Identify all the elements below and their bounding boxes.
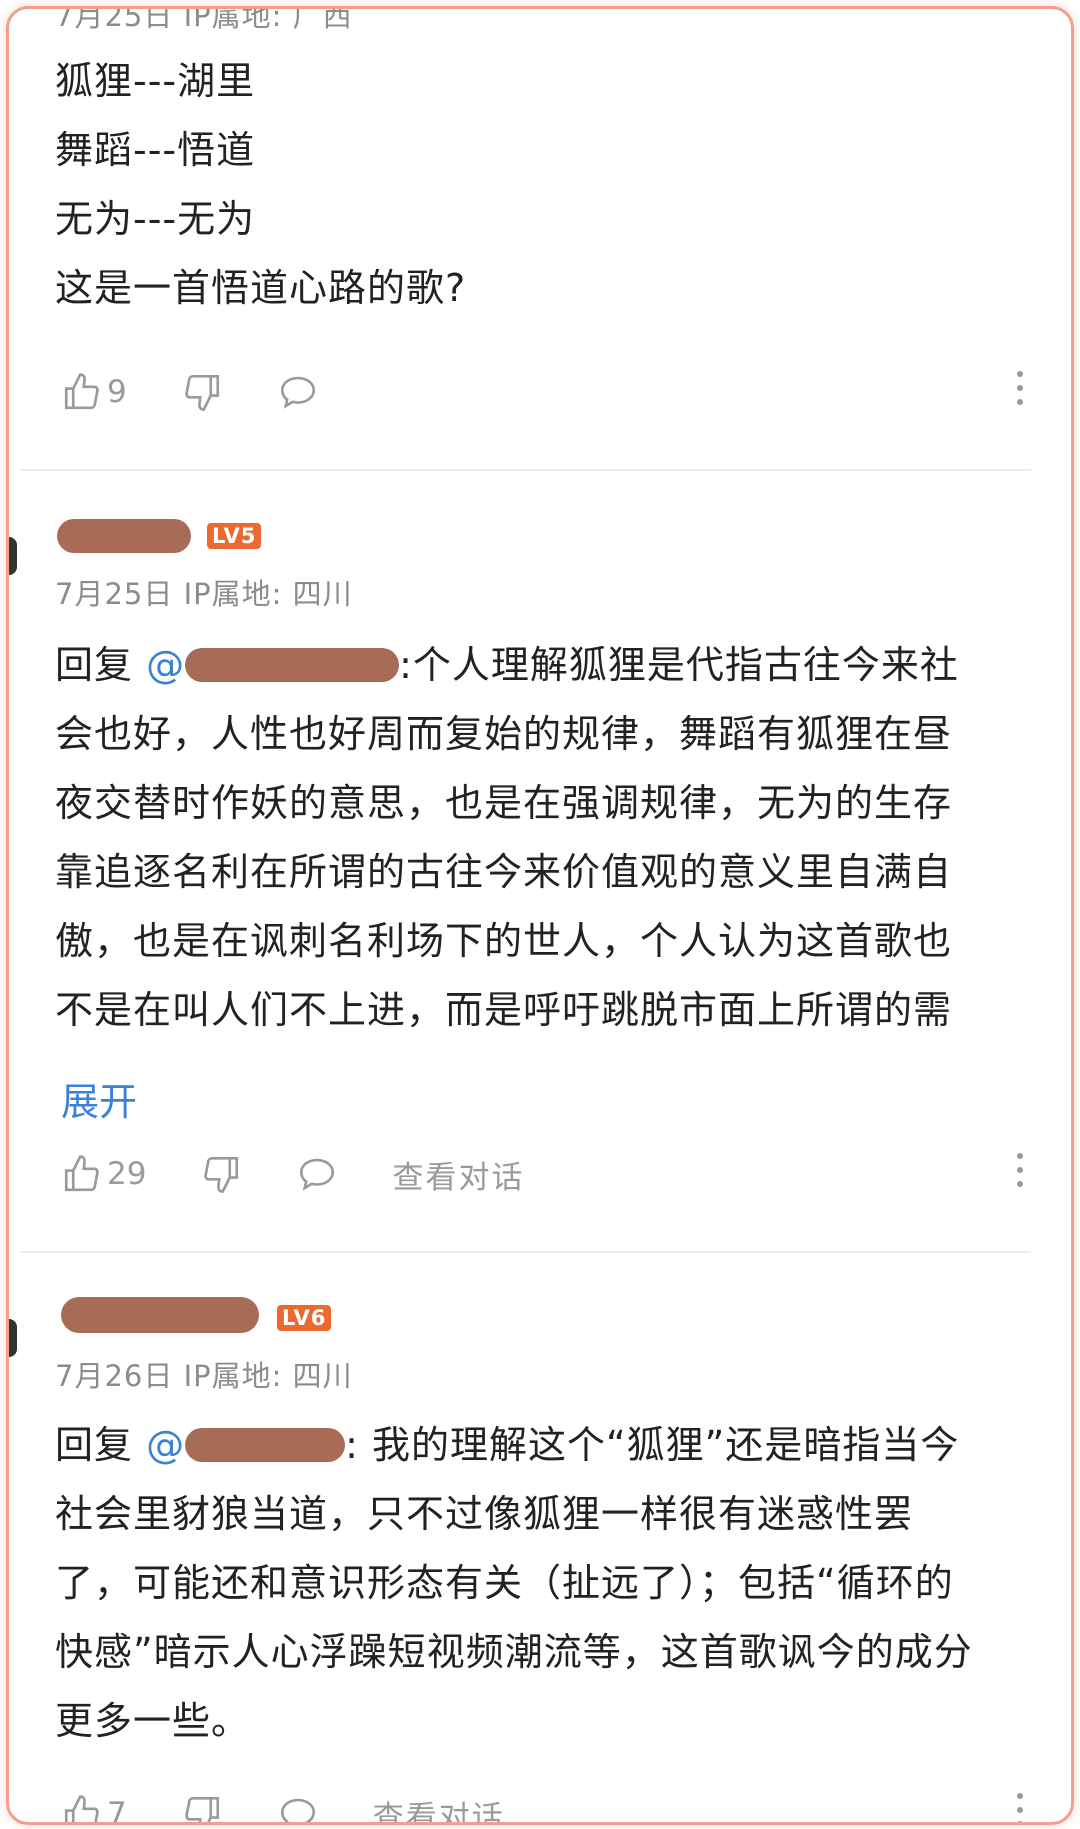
comment-line: 社会里豺狼当道，只不过像狐狸一样很有迷惑性罢 [55, 1492, 914, 1536]
comment-list: 7月25日 IP属地: 广西 狐狸---湖里 舞蹈---悟道 无为---无为 这… [6, 6, 1074, 1825]
comment-text: 回复 @:个人理解狐狸是代指古往今来社 会也好，人性也好周而复始的规律，舞蹈有狐… [55, 631, 1055, 1045]
comment-line: 无为---无为 [55, 197, 256, 241]
avatar[interactable] [9, 537, 17, 575]
comment-line: 了，可能还和意识形态有关（扯远了）；包括“循环的 [55, 1561, 954, 1605]
thumbs-up-icon [64, 1795, 99, 1822]
divider [21, 469, 1031, 471]
more-options-button[interactable] [1017, 1153, 1023, 1187]
level-badge: LV6 [277, 1305, 332, 1331]
comment-line: 会也好，人性也好周而复始的规律，舞蹈有狐狸在昼 [55, 712, 953, 756]
more-vertical-icon [1017, 1153, 1023, 1159]
comment-line: 傲，也是在讽刺名利场下的世人，个人认为这首歌也 [55, 919, 953, 963]
comment-text: 回复 @: 我的理解这个“狐狸”还是暗指当今 社会里豺狼当道，只不过像狐狸一样很… [55, 1411, 1065, 1756]
mention-redacted [185, 648, 400, 682]
comment-line: 不是在叫人们不上进，而是呼吁跳脱市面上所谓的需 [55, 988, 953, 1032]
more-vertical-icon [1017, 1793, 1023, 1799]
view-conversation-link[interactable]: 查看对话 [392, 1152, 524, 1197]
comment-line: 更多一些。 [55, 1699, 251, 1743]
comment-meta: 7月25日 IP属地: 广西 [55, 6, 353, 33]
comment-actions: 29 查看对话 [61, 1149, 1031, 1199]
comment-line: 回复 @:个人理解狐狸是代指古往今来社 [55, 643, 959, 687]
comment-line: 快感”暗示人心浮躁短视频潮流等，这首歌讽今的成分 [55, 1630, 973, 1674]
comment-line: 回复 @: 我的理解这个“狐狸”还是暗指当今 [55, 1423, 960, 1467]
more-vertical-icon [1017, 371, 1023, 377]
like-button[interactable]: 7 [61, 1793, 127, 1825]
mention-link[interactable]: @ [146, 1423, 185, 1467]
comment-meta: 7月26日 IP属地: 四川 [55, 1359, 353, 1393]
comment-actions: 9 [61, 367, 1031, 417]
more-options-button[interactable] [1017, 371, 1023, 405]
username-redacted[interactable] [57, 519, 191, 553]
username-redacted[interactable] [61, 1297, 259, 1333]
reply-prefix: 回复 [55, 643, 134, 687]
comment-line: 这是一首悟道心路的歌? [55, 266, 467, 310]
dislike-button[interactable] [181, 1793, 223, 1822]
mention-link[interactable]: @ [146, 643, 185, 687]
like-count: 9 [107, 374, 127, 410]
mention-redacted [185, 1428, 346, 1462]
like-button[interactable]: 9 [61, 371, 127, 413]
reply-prefix: 回复 [55, 1423, 134, 1467]
level-badge: LV5 [207, 523, 262, 549]
thumbs-up-icon [64, 1155, 99, 1192]
avatar[interactable] [9, 1319, 17, 1357]
comment-meta: 7月25日 IP属地: 四川 [55, 577, 353, 611]
like-count: 29 [107, 1156, 147, 1192]
more-options-button[interactable] [1017, 1793, 1023, 1822]
comment-line: 舞蹈---悟道 [55, 128, 256, 172]
comment-line: 靠追逐名利在所谓的古往今来价值观的意义里自满自 [55, 850, 953, 894]
comment-icon [280, 376, 315, 409]
thumbs-down-icon [184, 1796, 219, 1822]
expand-link[interactable]: 展开 [61, 1071, 137, 1126]
reply-button[interactable] [277, 1793, 319, 1822]
like-button[interactable]: 29 [61, 1153, 146, 1195]
comment-line: 狐狸---湖里 [55, 59, 256, 103]
comment-text: 狐狸---湖里 舞蹈---悟道 无为---无为 这是一首悟道心路的歌? [55, 47, 466, 323]
reply-button[interactable] [277, 371, 319, 413]
divider [21, 1251, 1031, 1253]
comment-icon [280, 1798, 315, 1822]
like-count: 7 [107, 1796, 127, 1825]
comment-line: 夜交替时作妖的意思，也是在强调规律，无为的生存 [55, 781, 953, 825]
dislike-button[interactable] [181, 371, 223, 413]
dislike-button[interactable] [200, 1153, 242, 1195]
thumbs-down-icon [204, 1156, 239, 1193]
thumbs-up-icon [64, 373, 99, 410]
thumbs-down-icon [184, 374, 219, 411]
view-conversation-link[interactable]: 查看对话 [373, 1792, 505, 1823]
comment-icon [300, 1158, 335, 1191]
reply-button[interactable] [296, 1153, 338, 1195]
comment-actions: 7 查看对话 [61, 1789, 1031, 1825]
